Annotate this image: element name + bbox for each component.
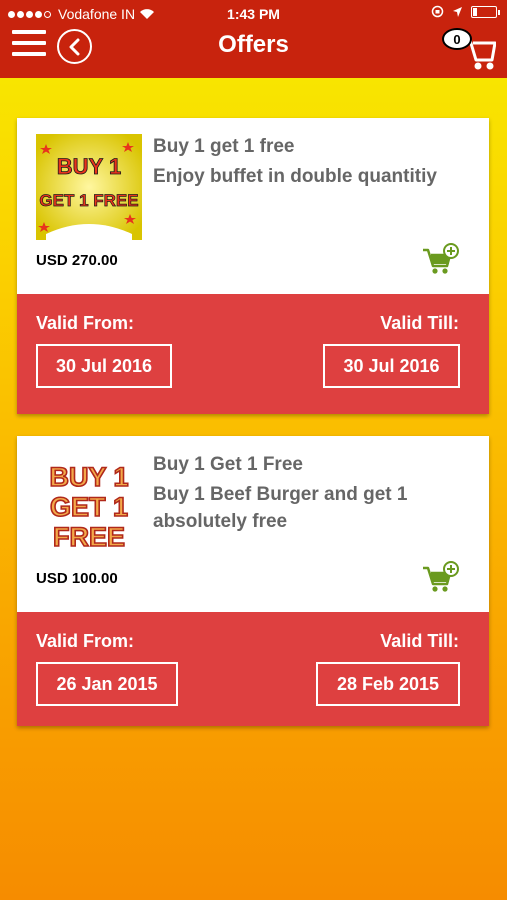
offer-title: Buy 1 Get 1 Free — [153, 454, 303, 475]
cart-count-badge: 0 — [442, 28, 472, 50]
valid-from-label: Valid From: — [36, 313, 135, 333]
offer-image: BUY 1 GET 1 FREE — [36, 452, 142, 558]
offer-title: Buy 1 get 1 free — [153, 136, 295, 157]
offer-description: Buy 1 Beef Burger and get 1 absolutely f… — [153, 484, 408, 532]
valid-till-label: Valid Till: — [380, 313, 459, 333]
app-header: Vodafone IN 1:43 PM Offers 0 — [0, 0, 507, 78]
image-text-line: FREE — [53, 522, 125, 552]
offer-description: Enjoy buffet in double quantitiy — [153, 166, 437, 187]
validity-section: Valid From: Valid Till: 26 Jan 2015 28 F… — [17, 612, 489, 726]
battery-icon — [471, 5, 500, 18]
offer-card[interactable]: BUY 1 GET 1 FREE Buy 1 get 1 free Enjoy … — [17, 118, 489, 414]
image-text-line: GET 1 FREE — [39, 191, 138, 210]
image-text-line: BUY 1 — [57, 154, 121, 179]
add-to-cart-icon[interactable] — [421, 560, 461, 594]
status-bar: Vodafone IN 1:43 PM — [0, 0, 507, 26]
validity-section: Valid From: Valid Till: 30 Jul 2016 30 J… — [17, 294, 489, 414]
image-text-line: BUY 1 — [49, 462, 128, 492]
valid-from-date: 26 Jan 2015 — [36, 662, 178, 706]
location-icon — [453, 6, 462, 17]
rotation-lock-icon — [431, 5, 444, 18]
offer-card[interactable]: BUY 1 GET 1 FREE Buy 1 Get 1 Free Buy 1 … — [17, 436, 489, 726]
status-right — [431, 5, 500, 18]
valid-from-label: Valid From: — [36, 631, 135, 651]
valid-till-label: Valid Till: — [380, 631, 459, 651]
offer-image: BUY 1 GET 1 FREE — [36, 134, 142, 240]
valid-till-date: 30 Jul 2016 — [323, 344, 460, 388]
page-title: Offers — [218, 31, 289, 58]
cart-button[interactable]: 0 — [440, 26, 497, 72]
add-to-cart-icon[interactable] — [421, 242, 461, 276]
offer-price: USD 270.00 — [36, 252, 118, 269]
valid-till-date: 28 Feb 2015 — [316, 662, 460, 706]
image-text-line: GET 1 — [50, 492, 128, 522]
valid-from-date: 30 Jul 2016 — [36, 344, 172, 388]
offer-price: USD 100.00 — [36, 570, 118, 587]
